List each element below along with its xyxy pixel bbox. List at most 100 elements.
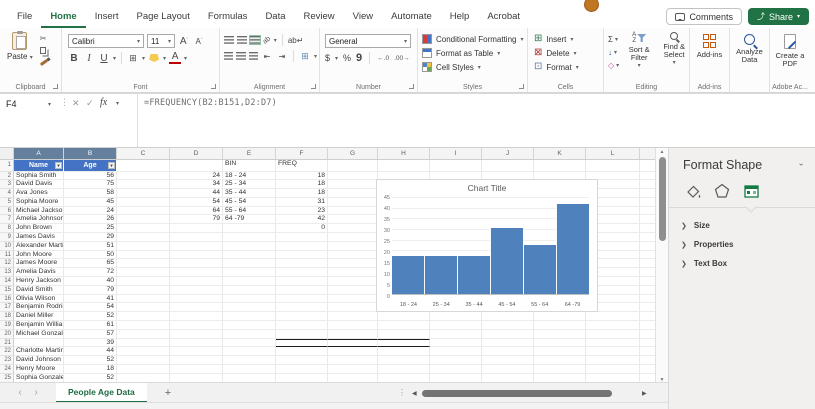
- cell[interactable]: [482, 339, 534, 348]
- decrease-indent-button[interactable]: ⇤: [261, 50, 273, 62]
- chart-bar-35 - 44[interactable]: [457, 256, 490, 294]
- row-header[interactable]: 19: [0, 321, 14, 330]
- column-header-F[interactable]: F: [276, 148, 328, 160]
- scrollbar-resize-dots[interactable]: ⋮: [398, 388, 406, 397]
- cell[interactable]: [328, 321, 378, 330]
- cell[interactable]: [586, 312, 640, 321]
- format-painter-button[interactable]: [40, 57, 48, 67]
- cell[interactable]: [170, 233, 223, 242]
- cell[interactable]: [430, 356, 482, 365]
- insert-function-icon[interactable]: fx: [100, 97, 107, 108]
- cell[interactable]: Alexander Martin: [14, 242, 64, 251]
- cell[interactable]: Ava Jones: [14, 189, 64, 198]
- currency-button[interactable]: $: [325, 53, 330, 63]
- cell[interactable]: [276, 339, 328, 348]
- cell[interactable]: [328, 303, 378, 312]
- cell[interactable]: [586, 339, 640, 348]
- cell[interactable]: [482, 347, 534, 356]
- cell[interactable]: [223, 268, 276, 277]
- cell[interactable]: 29: [64, 233, 117, 242]
- select-all-corner[interactable]: [0, 148, 14, 160]
- horizontal-scrollbar-thumb[interactable]: [422, 390, 612, 397]
- autosum-button[interactable]: Σ▾: [608, 33, 619, 45]
- row-header[interactable]: 3: [0, 180, 14, 189]
- delete-cells-button[interactable]: ⊠Delete▾: [534, 46, 601, 60]
- vertical-scrollbar[interactable]: ▲ ▼: [655, 148, 668, 384]
- underline-button[interactable]: U: [98, 52, 110, 64]
- font-name-select[interactable]: Calibri▾: [68, 34, 144, 48]
- font-dialog-launcher[interactable]: [211, 84, 216, 89]
- cell[interactable]: Charlotte Martin: [14, 347, 64, 356]
- cell[interactable]: [328, 259, 378, 268]
- cell[interactable]: [117, 330, 170, 339]
- cell[interactable]: Sophia Gonzalez: [14, 374, 64, 382]
- number-format-select[interactable]: General▾: [325, 34, 411, 48]
- comma-style-button[interactable]: 9: [356, 54, 362, 62]
- cell[interactable]: 52: [64, 374, 117, 382]
- cell[interactable]: 50: [64, 251, 117, 260]
- effects-tab[interactable]: [712, 181, 732, 201]
- cell[interactable]: [170, 286, 223, 295]
- filter-icon[interactable]: ▾: [108, 162, 115, 169]
- cell[interactable]: [640, 277, 655, 286]
- cell[interactable]: [276, 312, 328, 321]
- cell[interactable]: [378, 330, 430, 339]
- column-header-H[interactable]: H: [378, 148, 430, 160]
- cell[interactable]: [482, 312, 534, 321]
- cell[interactable]: [170, 268, 223, 277]
- cancel-icon[interactable]: ✕: [72, 98, 80, 109]
- cell[interactable]: [328, 286, 378, 295]
- italic-button[interactable]: I: [83, 52, 95, 64]
- cell[interactable]: [223, 251, 276, 260]
- cell[interactable]: [276, 242, 328, 251]
- cell[interactable]: [534, 160, 586, 172]
- cell[interactable]: [328, 356, 378, 365]
- styles-item-1[interactable]: Conditional Formatting▾: [422, 32, 525, 46]
- cell[interactable]: [223, 374, 276, 382]
- chart-title[interactable]: Chart Title: [377, 183, 597, 193]
- cell[interactable]: [223, 365, 276, 374]
- cell[interactable]: 45: [64, 198, 117, 207]
- cell[interactable]: [640, 224, 655, 233]
- cell[interactable]: Daniel Miller: [14, 312, 64, 321]
- cell[interactable]: [430, 330, 482, 339]
- cell[interactable]: [640, 242, 655, 251]
- cell[interactable]: [534, 330, 586, 339]
- cell[interactable]: Benjamin William: [14, 321, 64, 330]
- fill-line-tab[interactable]: [683, 181, 703, 201]
- bold-button[interactable]: B: [68, 52, 80, 64]
- cell[interactable]: [117, 356, 170, 365]
- chart-bar-25 - 34[interactable]: [424, 256, 457, 294]
- cell[interactable]: [430, 312, 482, 321]
- cell[interactable]: [117, 251, 170, 260]
- cell[interactable]: [640, 198, 655, 207]
- cell[interactable]: [117, 295, 170, 304]
- cell[interactable]: [170, 259, 223, 268]
- cell[interactable]: [534, 347, 586, 356]
- cell[interactable]: [328, 189, 378, 198]
- cell[interactable]: 55 - 64: [223, 207, 276, 216]
- cell[interactable]: [378, 374, 430, 382]
- row-header[interactable]: 1: [0, 160, 14, 172]
- cell[interactable]: [378, 356, 430, 365]
- decrease-decimal-button[interactable]: .00→: [394, 55, 410, 62]
- cell[interactable]: [117, 224, 170, 233]
- cell[interactable]: [170, 330, 223, 339]
- scroll-up-icon[interactable]: ▲: [656, 149, 668, 155]
- cell[interactable]: [117, 242, 170, 251]
- cell[interactable]: [328, 330, 378, 339]
- cell[interactable]: Amelia Johnson: [14, 215, 64, 224]
- cell[interactable]: [586, 321, 640, 330]
- cell[interactable]: [170, 347, 223, 356]
- cell[interactable]: [170, 374, 223, 382]
- cell[interactable]: 44: [170, 189, 223, 198]
- cell[interactable]: [276, 251, 328, 260]
- cell[interactable]: [276, 303, 328, 312]
- row-header[interactable]: 16: [0, 295, 14, 304]
- cell[interactable]: [170, 251, 223, 260]
- cell[interactable]: Michael Jackson: [14, 207, 64, 216]
- cell[interactable]: [328, 374, 378, 382]
- column-header-L[interactable]: L: [586, 148, 640, 160]
- cell[interactable]: [170, 295, 223, 304]
- cell[interactable]: [328, 268, 378, 277]
